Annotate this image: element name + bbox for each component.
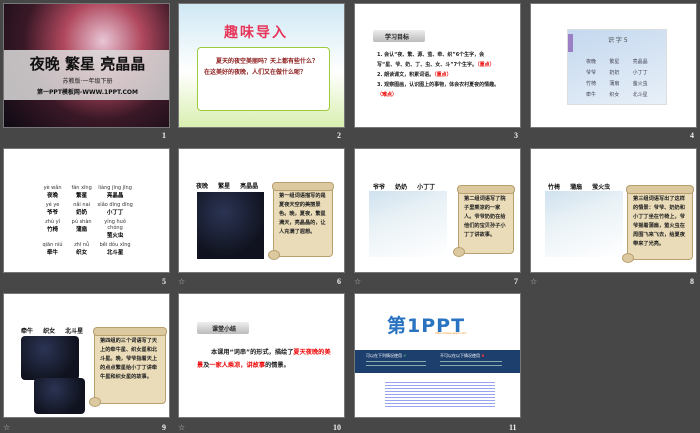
word: 爷爷	[47, 210, 59, 216]
word: 夜晚	[586, 59, 597, 65]
literacy-card: 识 字 5 夜晚 繁星 亮晶晶 爷爷 奶奶 小丁丁 竹椅 蒲扇 萤火虫 牵牛 织女 北斗星	[567, 29, 667, 105]
word: 夜晚	[47, 193, 59, 199]
word: 爷爷	[586, 70, 597, 76]
word-label: 夜晚 繁星 亮晶晶	[196, 183, 259, 190]
slide-number: 6	[337, 277, 341, 286]
word: 萤火虫	[106, 233, 124, 239]
slide-number: 10	[333, 423, 341, 432]
animation-icon[interactable]: ☆	[3, 423, 10, 432]
card-tab	[568, 34, 573, 52]
word: 竹椅	[47, 227, 59, 233]
slide-number: 9	[162, 423, 166, 432]
slide-number: 7	[514, 277, 518, 286]
site-text: 第一PPT模板网-WWW.1PPT.COM	[37, 89, 138, 96]
word-label: 爷爷 奶奶 小丁丁	[373, 184, 436, 191]
word-label: 竹椅 蒲扇 萤火虫	[548, 184, 611, 191]
slide-heading: 学习目标	[385, 34, 410, 41]
description-scroll: 第三组词语写出了这样的情景：爷爷、奶奶和小丁丁坐在竹椅上，爷爷摇着蒲扇，萤火虫在…	[622, 185, 694, 263]
slide-thumbnail-4[interactable]: 识 字 5 夜晚 繁星 亮晶晶 爷爷 奶奶 小丁丁 竹椅 蒲扇 萤火虫 牵牛 织女 北斗星	[530, 3, 697, 128]
slide-number: 8	[690, 277, 694, 286]
slide-number: 11	[509, 423, 517, 432]
slide-thumbnail-9[interactable]: 牵牛 织女 北斗星 第四组的三个词语写了天上的牵牛星、织女星和北斗星。晚，爷爷指…	[3, 293, 170, 418]
text: 的情景。	[265, 362, 290, 369]
pinyin-grid: yè wǎn 夜晚 fán xīng 繁星 liàng jīng jīng 亮晶晶 y…	[38, 185, 134, 259]
objective-2: 2. 朗读课文，积累词语。	[377, 72, 435, 78]
slide-title: 夜晚 繁星 亮晶晶	[29, 55, 146, 73]
slide-number: 4	[690, 131, 694, 140]
tag: （重点）	[434, 72, 452, 78]
animation-icon[interactable]: ☆	[354, 277, 361, 286]
family-illustration	[369, 191, 447, 257]
highlight: 一家人乘凉，讲故事	[209, 362, 266, 369]
slide-thumbnail-3[interactable]: 学习目标 1. 会认“夜、繁、源、萤、牵、织”6个生字，会写“星、爷、奶、丁、虫…	[354, 3, 521, 128]
word: 蒲扇	[609, 81, 620, 87]
cannot-use-label: 不可以在以下情况使用 ✖	[440, 353, 485, 358]
word-grid: 夜晚 繁星 亮晶晶 爷爷 奶奶 小丁丁 竹椅 蒲扇 萤火虫 牵牛 织女 北斗星	[586, 58, 656, 98]
text-lines	[440, 361, 502, 362]
word: 织女	[76, 250, 88, 256]
animation-icon[interactable]: ☆	[178, 277, 185, 286]
word: 北斗星	[106, 250, 124, 256]
logo-url: http://www.1ppt.com	[435, 331, 467, 335]
slide-thumbnail-7[interactable]: 爷爷 奶奶 小丁丁 第二组词语写了院子里乘凉的一家人。爷爷奶奶在给他们的宝贝孙子…	[354, 148, 521, 273]
description-scroll: 第二组词语写了院子里乘凉的一家人。爷爷奶奶在给他们的宝贝孙子小丁丁讲故事。	[453, 185, 515, 257]
word: 亮晶晶	[106, 193, 124, 199]
slide-heading: 课堂小结	[212, 326, 237, 333]
word: 奶奶	[76, 210, 88, 216]
text-lines	[366, 361, 426, 362]
star-photo-1	[21, 336, 79, 380]
word: 萤火虫	[632, 81, 648, 87]
objective-3: 3. 观察图画，认识图上的事物，体会农村夏夜的情趣。	[377, 82, 500, 88]
slide-thumbnail-2[interactable]: 趣味导入 夏天的夜空美丽吗？天上都有些什么？在这美好的夜晚，人们又在做什么呢？	[178, 3, 345, 128]
word: 北斗星	[632, 92, 648, 98]
link-list	[385, 380, 495, 408]
slide-number: 5	[162, 277, 166, 286]
word: 织女	[609, 92, 620, 98]
word: 奶奶	[609, 70, 620, 76]
tag: （重点）	[477, 62, 495, 68]
word: 牵牛	[586, 92, 597, 98]
word-label: 牵牛 织女 北斗星	[21, 328, 84, 335]
slide-thumbnail-11[interactable]: 第1PPT http://www.1ppt.com 可以在下列情况使用 ✔ 不可…	[354, 293, 521, 418]
description-scroll: 第一组词语描写的是夏夜天空的美丽景色。晚，夏夜，繁星满天，亮晶晶的，让人充满了遐…	[268, 182, 334, 260]
info-band: 可以在下列情况使用 ✔ 不可以在以下情况使用 ✖	[355, 350, 520, 373]
question-box: 夏天的夜空美丽吗？天上都有些什么？在这美好的夜晚，人们又在做什么呢？	[197, 47, 330, 111]
slide-thumbnail-8[interactable]: 竹椅 蒲扇 萤火虫 第三组词语写出了这样的情景：爷爷、奶奶和小丁丁坐在竹椅上，爷…	[530, 148, 697, 273]
slide-number: 2	[337, 131, 341, 140]
word: 蒲扇	[76, 227, 88, 233]
slide-number: 1	[162, 131, 166, 140]
word: 牵牛	[47, 250, 59, 256]
animation-icon[interactable]: ☆	[530, 277, 537, 286]
card-heading: 识 字 5	[608, 37, 628, 44]
star-photo-2	[34, 378, 85, 414]
word: 繁星	[609, 59, 620, 65]
word: 繁星	[76, 193, 88, 199]
can-use-label: 可以在下列情况使用 ✔	[366, 353, 407, 358]
family-illustration	[545, 191, 623, 257]
slide-thumbnail-1[interactable]: 夜晚 繁星 亮晶晶 苏教版·一年级下册 第一PPT模板网-WWW.1PPT.CO…	[3, 3, 170, 128]
slide-subtitle: 苏教版·一年级下册	[62, 78, 113, 85]
slide-thumbnail-6[interactable]: 夜晚 繁星 亮晶晶 第一组词语描写的是夏夜天空的美丽景色。晚，夏夜，繁星满天，亮…	[178, 148, 345, 273]
slide-thumbnail-5[interactable]: yè wǎn 夜晚 fán xīng 繁星 liàng jīng jīng 亮晶晶 y…	[3, 148, 170, 273]
summary-text: 本课用“词串”的形式，描绘了夏天夜晚的美景及一家人乘凉，讲故事的情景。	[197, 346, 332, 372]
slide-heading: 趣味导入	[224, 25, 288, 41]
slide-number: 3	[514, 131, 518, 140]
word: 竹椅	[586, 81, 597, 87]
pinyin: yíng huǒ chóng	[104, 219, 126, 231]
text: 本课用“词串”的形式，描绘了	[211, 349, 294, 356]
word: 小丁丁	[632, 70, 648, 76]
objective-1: 1. 会认“夜、繁、源、萤、牵、织”6个生字，会写“星、爷、奶、丁、虫、女、斗”…	[377, 52, 485, 68]
word: 亮晶晶	[632, 59, 648, 65]
slide-thumbnail-10[interactable]: 课堂小结 本课用“词串”的形式，描绘了夏天夜晚的美景及一家人乘凉，讲故事的情景。	[178, 293, 345, 418]
objectives-list: 1. 会认“夜、繁、源、萤、牵、织”6个生字，会写“星、爷、奶、丁、虫、女、斗”…	[377, 50, 502, 100]
word: 小丁丁	[106, 210, 124, 216]
night-sky-image	[197, 192, 264, 259]
description-scroll: 第四组的三个词语写了天上的牵牛星、织女星和北斗星。晚，爷爷指着天上的点点繁星给小…	[89, 327, 167, 407]
animation-icon[interactable]: ☆	[178, 423, 185, 432]
tag: （难点）	[377, 92, 398, 98]
